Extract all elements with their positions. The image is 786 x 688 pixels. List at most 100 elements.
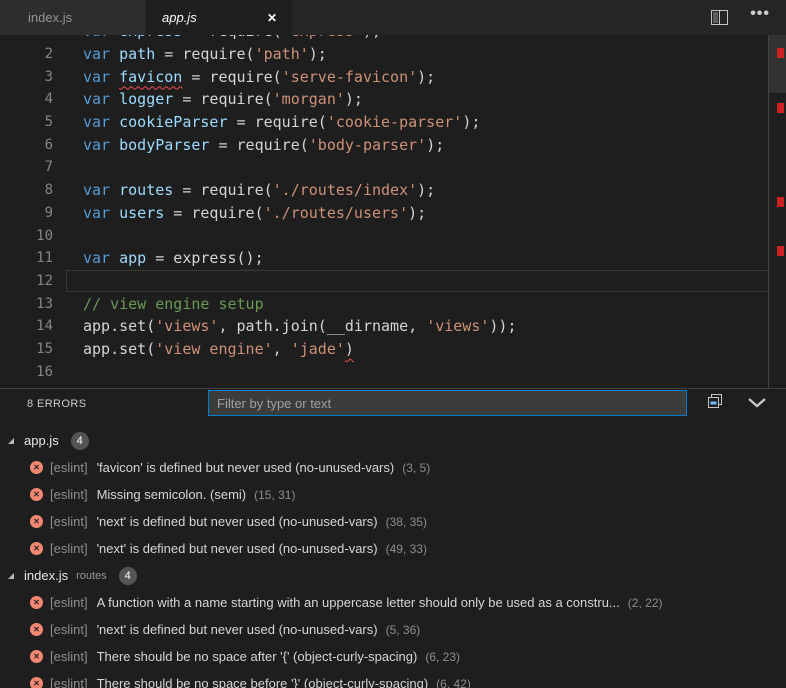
line-number: 7 bbox=[0, 159, 53, 175]
code-line-2[interactable]: 2var path = require('path'); bbox=[0, 43, 769, 66]
close-icon[interactable]: ✕ bbox=[262, 8, 282, 28]
code-token: 'express' bbox=[282, 35, 363, 40]
problem-row[interactable]: ✕[eslint]'next' is defined but never use… bbox=[0, 616, 786, 643]
code-token: = require( bbox=[182, 35, 281, 40]
code-editor[interactable]: 1var express = require('express');2var p… bbox=[0, 35, 786, 388]
problem-message: A function with a name starting with an … bbox=[97, 595, 620, 610]
split-editor-icon[interactable] bbox=[711, 10, 728, 30]
problem-source: [eslint] bbox=[50, 541, 88, 556]
more-actions-icon[interactable]: ••• bbox=[750, 5, 770, 23]
line-number: 15 bbox=[0, 341, 53, 357]
problem-row[interactable]: ✕[eslint]There should be no space after … bbox=[0, 643, 786, 670]
problem-row[interactable]: ✕[eslint]There should be no space before… bbox=[0, 670, 786, 688]
chevron-down-icon[interactable] bbox=[746, 396, 768, 414]
problem-message: There should be no space after '{' (obje… bbox=[97, 649, 418, 664]
tab-label: index.js bbox=[28, 10, 72, 25]
code-token: = require( bbox=[155, 45, 254, 63]
problem-row[interactable]: ✕[eslint]'next' is defined but never use… bbox=[0, 508, 786, 535]
expand-twisty-icon[interactable] bbox=[8, 438, 14, 444]
code-text: var users = require('./routes/users'); bbox=[53, 204, 426, 222]
line-number: 10 bbox=[0, 228, 53, 244]
code-token: var bbox=[83, 181, 119, 199]
code-token: express bbox=[119, 35, 182, 40]
problem-message: There should be no space before '}' (obj… bbox=[97, 676, 429, 688]
error-mark bbox=[777, 197, 784, 207]
line-number: 5 bbox=[0, 114, 53, 130]
code-token: var bbox=[83, 45, 119, 63]
problem-source: [eslint] bbox=[50, 514, 88, 529]
problem-position: (15, 31) bbox=[254, 488, 295, 502]
squiggle-token: ) bbox=[345, 340, 354, 358]
problem-message: 'favicon' is defined but never used (no-… bbox=[97, 460, 395, 475]
line-number: 8 bbox=[0, 182, 53, 198]
code-token: var bbox=[83, 136, 119, 154]
code-line-3[interactable]: 3var favicon = require('serve-favicon'); bbox=[0, 65, 769, 88]
code-token: ); bbox=[417, 181, 435, 199]
code-token: var bbox=[83, 249, 119, 267]
code-line-14[interactable]: 14app.set('views', path.join(__dirname, … bbox=[0, 315, 769, 338]
code-token: logger bbox=[119, 90, 173, 108]
tab-label: app.js bbox=[162, 10, 197, 25]
editor-tab-bar: index.js app.js ✕ ••• bbox=[0, 0, 786, 35]
problem-position: (38, 35) bbox=[386, 515, 427, 529]
code-token: var bbox=[83, 113, 119, 131]
problem-row[interactable]: ✕ [eslint] Missing semicolon. (semi) (15, 3… bbox=[0, 481, 786, 508]
line-number: 14 bbox=[0, 318, 53, 334]
problem-source: [eslint] bbox=[50, 487, 88, 502]
code-line-16[interactable]: 16 bbox=[0, 360, 769, 383]
code-token: var bbox=[83, 68, 119, 86]
problem-message: Missing semicolon. (semi) bbox=[97, 487, 247, 502]
problem-source: [eslint] bbox=[50, 676, 88, 688]
filter-input[interactable] bbox=[208, 390, 687, 416]
problem-position: (3, 5) bbox=[402, 461, 430, 475]
expand-twisty-icon[interactable] bbox=[8, 573, 14, 579]
code-text: app.set('view engine', 'jade') bbox=[53, 340, 354, 358]
line-number: 12 bbox=[0, 273, 53, 289]
code-line-4[interactable]: 4var logger = require('morgan'); bbox=[0, 88, 769, 111]
code-line-12[interactable]: 12 bbox=[0, 270, 769, 293]
error-count-label: 8 ERRORS bbox=[27, 398, 86, 410]
scrollbar-slider[interactable] bbox=[769, 35, 786, 93]
problem-source: [eslint] bbox=[50, 649, 88, 664]
problems-tree: app.js4✕[eslint]'favicon' is defined but… bbox=[0, 427, 786, 688]
code-line-7[interactable]: 7 bbox=[0, 156, 769, 179]
code-text: // view engine setup bbox=[53, 295, 264, 313]
code-line-11[interactable]: 11var app = express(); bbox=[0, 247, 769, 270]
code-token: = require( bbox=[228, 113, 327, 131]
group-directory: routes bbox=[76, 570, 107, 582]
error-icon: ✕ bbox=[30, 488, 43, 501]
line-number: 11 bbox=[0, 250, 53, 266]
code-token: 'jade' bbox=[291, 340, 345, 358]
tab-app-js[interactable]: app.js ✕ bbox=[146, 0, 292, 35]
problem-row[interactable]: ✕[eslint]A function with a name starting… bbox=[0, 589, 786, 616]
tab-index-js[interactable]: index.js bbox=[0, 0, 146, 35]
code-line-9[interactable]: 9var users = require('./routes/users'); bbox=[0, 202, 769, 225]
code-token: path bbox=[119, 45, 155, 63]
code-line-6[interactable]: 6var bodyParser = require('body-parser')… bbox=[0, 133, 769, 156]
collapse-all-icon[interactable] bbox=[704, 392, 724, 417]
code-line-8[interactable]: 8var routes = require('./routes/index'); bbox=[0, 179, 769, 202]
code-line-13[interactable]: 13// view engine setup bbox=[0, 292, 769, 315]
code-token: ); bbox=[426, 136, 444, 154]
code-token: = require( bbox=[164, 204, 263, 222]
code-token: ); bbox=[363, 35, 381, 40]
code-token: app.set( bbox=[83, 340, 155, 358]
problems-group-index.js[interactable]: index.jsroutes4 bbox=[0, 562, 786, 589]
code-token: './routes/users' bbox=[264, 204, 409, 222]
code-line-15[interactable]: 15app.set('view engine', 'jade') bbox=[0, 338, 769, 361]
code-lines: 1var express = require('express');2var p… bbox=[0, 35, 769, 383]
editor-scrollbar[interactable] bbox=[768, 35, 786, 388]
problem-row[interactable]: ✕[eslint]'next' is defined but never use… bbox=[0, 535, 786, 562]
problem-message: 'next' is defined but never used (no-unu… bbox=[97, 622, 378, 637]
code-line-1[interactable]: 1var express = require('express'); bbox=[0, 35, 769, 43]
error-mark bbox=[777, 103, 784, 113]
code-token: users bbox=[119, 204, 164, 222]
code-line-5[interactable]: 5var cookieParser = require('cookie-pars… bbox=[0, 111, 769, 134]
code-text: var favicon = require('serve-favicon'); bbox=[53, 68, 435, 86]
code-line-10[interactable]: 10 bbox=[0, 224, 769, 247]
problem-source: [eslint] bbox=[50, 460, 88, 475]
code-token: )); bbox=[489, 317, 516, 335]
problems-group-app.js[interactable]: app.js4 bbox=[0, 427, 786, 454]
code-text: var routes = require('./routes/index'); bbox=[53, 181, 435, 199]
problem-row[interactable]: ✕[eslint]'favicon' is defined but never … bbox=[0, 454, 786, 481]
